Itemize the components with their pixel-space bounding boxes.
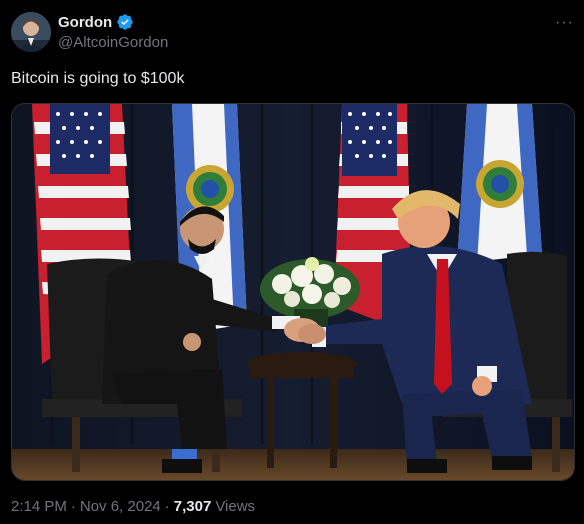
views-count: 7,307 [173,498,212,515]
tweet: Gordon @AltcoinGordon ··· Bitcoin is goi… [0,0,584,524]
meta-separator: · [70,498,76,515]
views-label: Views [215,498,256,515]
meta-separator: · [164,498,170,515]
verified-badge-icon [116,13,134,31]
avatar[interactable] [11,12,51,52]
tweet-date[interactable]: Nov 6, 2024 [80,498,161,515]
photo-image [12,104,574,480]
sv-flag-right [457,104,542,264]
author-handle[interactable]: @AltcoinGordon [58,34,168,51]
avatar-image [11,12,51,52]
tweet-photo[interactable] [11,103,575,481]
display-name[interactable]: Gordon [58,14,112,31]
tweet-meta: 2:14 PM · Nov 6, 2024 · 7,307 Views [11,498,255,515]
tweet-text: Bitcoin is going to $100k [11,70,185,87]
author-name-row: Gordon [58,13,134,31]
tweet-time[interactable]: 2:14 PM [11,498,67,515]
more-options-icon[interactable]: ··· [555,14,574,32]
